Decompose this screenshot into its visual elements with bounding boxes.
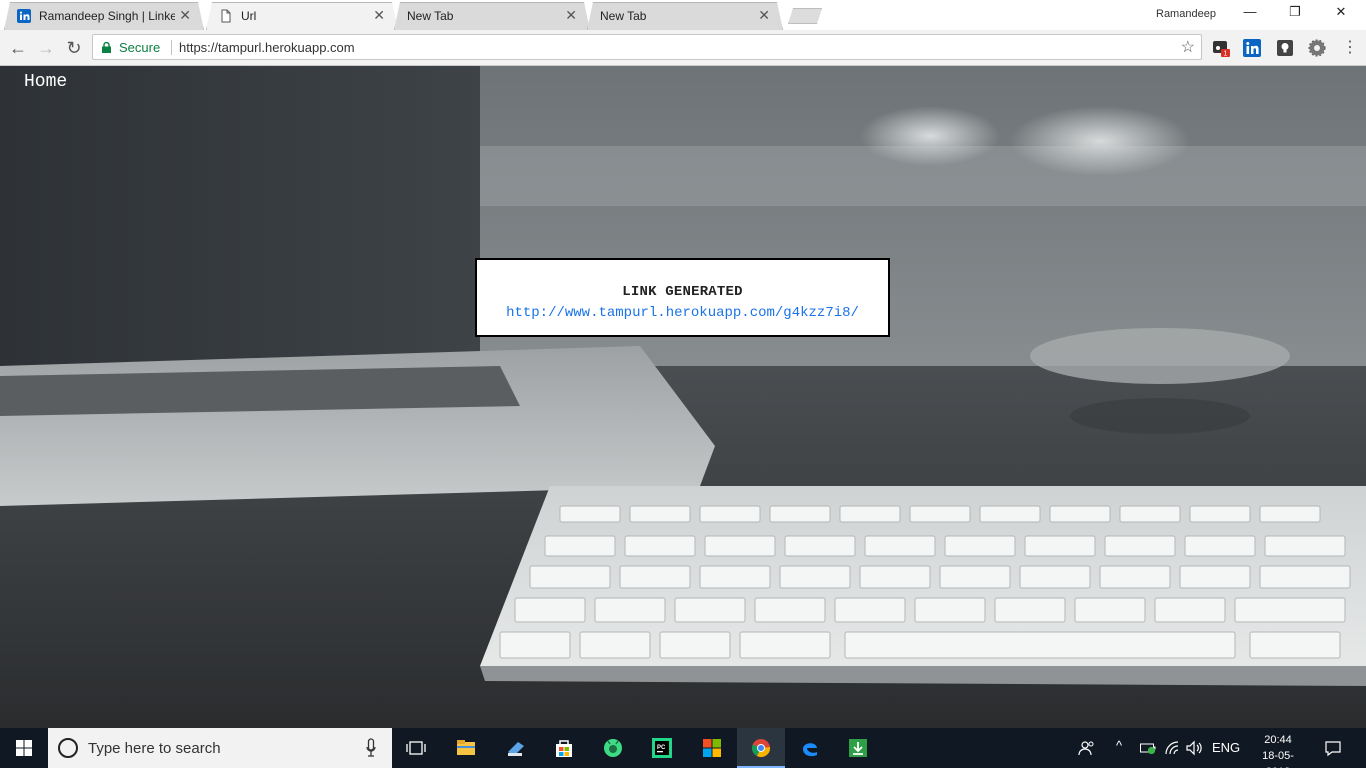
extension-badge: 1 — [1224, 51, 1228, 58]
wifi-icon[interactable] — [1164, 740, 1180, 756]
start-button[interactable] — [0, 728, 48, 768]
linkedin-icon — [17, 9, 31, 23]
app-icon — [508, 742, 524, 756]
office-icon — [703, 739, 721, 757]
system-clock[interactable]: 20:44 18-05-2018 — [1256, 732, 1300, 768]
tab-title: New Tab — [407, 9, 454, 23]
search-placeholder: Type here to search — [88, 740, 221, 757]
taskbar-office[interactable] — [688, 728, 736, 768]
edge-icon — [803, 743, 817, 757]
menu-icon[interactable]: ⋮ — [1338, 36, 1362, 60]
taskbar-search-box[interactable]: Type here to search — [48, 728, 392, 768]
browser-toolbar: ← → ↻ Secure https://tampurl.herokuapp.c… — [0, 30, 1366, 66]
tab-new-tab-2[interactable]: New Tab ✕ — [587, 2, 783, 30]
address-divider — [171, 40, 172, 55]
taskbar-chrome[interactable] — [737, 728, 785, 768]
tab-new-tab-1[interactable]: New Tab ✕ — [394, 2, 590, 30]
result-heading: LINK GENERATED — [622, 284, 743, 300]
close-window-button[interactable]: ✕ — [1326, 4, 1356, 24]
people-icon[interactable] — [1078, 739, 1096, 757]
background-photo — [0, 66, 1366, 728]
show-hidden-icons-button[interactable]: ^ — [1116, 738, 1122, 753]
downloader-icon — [849, 739, 867, 757]
forward-button[interactable]: → — [34, 36, 58, 60]
reload-button[interactable]: ↻ — [62, 36, 86, 60]
store-icon — [556, 740, 572, 757]
pycharm-icon: PC — [652, 738, 672, 758]
tab-title: Ramandeep Singh | Linke — [39, 9, 175, 23]
tab-close-icon[interactable]: ✕ — [373, 8, 385, 22]
settings-extension-icon[interactable] — [1308, 39, 1326, 57]
taskbar-downloader[interactable] — [834, 728, 882, 768]
new-tab-button[interactable] — [788, 8, 822, 24]
windows-logo-icon — [16, 740, 32, 756]
restore-button[interactable]: ❐ — [1280, 4, 1310, 24]
android-studio-icon — [604, 739, 622, 757]
back-button[interactable]: ← — [6, 36, 30, 60]
taskbar-pycharm[interactable]: PC — [638, 728, 686, 768]
battery-icon[interactable] — [1140, 741, 1156, 755]
microphone-icon[interactable] — [366, 738, 376, 758]
tab-close-icon[interactable]: ✕ — [179, 8, 191, 22]
address-bar[interactable]: Secure https://tampurl.herokuapp.com ☆ — [92, 34, 1202, 60]
tab-title: New Tab — [600, 9, 647, 23]
task-view-button[interactable] — [392, 728, 440, 768]
lock-icon — [102, 42, 111, 53]
page-viewport: Home LINK GENERATED http://www.tampurl.h… — [0, 66, 1366, 728]
minimize-button[interactable]: — — [1235, 4, 1265, 24]
tab-close-icon[interactable]: ✕ — [565, 8, 577, 22]
file-explorer-icon — [457, 740, 475, 755]
linkedin-extension-icon[interactable] — [1243, 39, 1261, 57]
svg-text:PC: PC — [657, 745, 666, 751]
taskbar-android-studio[interactable] — [589, 728, 637, 768]
tab-linkedin[interactable]: Ramandeep Singh | Linke ✕ — [4, 2, 204, 30]
tab-close-icon[interactable]: ✕ — [758, 8, 770, 22]
notification-extension-icon[interactable]: 1 — [1212, 39, 1230, 57]
url-text[interactable]: https://tampurl.herokuapp.com — [179, 40, 355, 55]
action-center-icon[interactable] — [1324, 739, 1342, 757]
document-icon — [219, 9, 233, 23]
bookmark-star-icon[interactable]: ☆ — [1181, 37, 1195, 57]
link-result-box: LINK GENERATED http://www.tampurl.heroku… — [475, 258, 890, 337]
chrome-icon — [752, 739, 771, 757]
task-view-icon — [406, 741, 426, 755]
clock-time: 20:44 — [1264, 734, 1292, 746]
taskbar-file-explorer[interactable] — [442, 728, 490, 768]
taskbar-app[interactable] — [492, 728, 540, 768]
generated-link[interactable]: http://www.tampurl.herokuapp.com/g4kzz7i… — [477, 305, 888, 321]
cortana-icon — [58, 738, 78, 758]
volume-icon[interactable] — [1186, 740, 1204, 756]
clock-date: 18-05-2018 — [1262, 750, 1294, 768]
home-link[interactable]: Home — [24, 72, 67, 92]
profile-name[interactable]: Ramandeep — [1156, 8, 1216, 20]
tab-strip: Ramandeep Singh | Linke ✕ Url ✕ New Tab … — [0, 0, 1366, 30]
language-indicator[interactable]: ENG — [1212, 740, 1240, 755]
tab-title: Url — [241, 9, 257, 23]
windows-taskbar: Type here to search PC ^ ENG 20:44 18-05… — [0, 728, 1366, 768]
taskbar-store[interactable] — [540, 728, 588, 768]
taskbar-edge[interactable] — [786, 728, 834, 768]
tab-url[interactable]: Url ✕ — [206, 2, 398, 30]
bulb-extension-icon[interactable] — [1276, 39, 1294, 57]
secure-label: Secure — [119, 40, 161, 55]
